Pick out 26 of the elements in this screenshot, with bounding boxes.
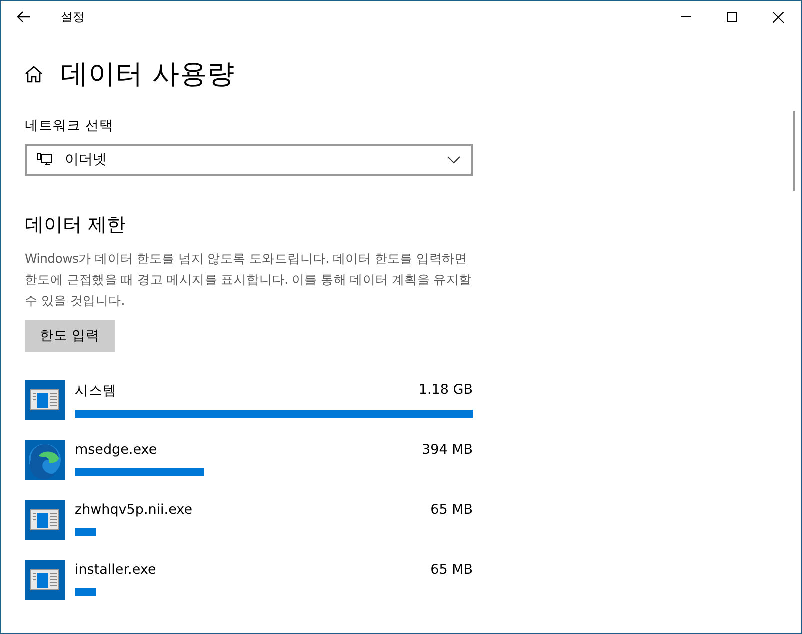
- usage-amount: 394 MB: [422, 442, 473, 458]
- app-name: msedge.exe: [75, 442, 158, 458]
- close-icon: [772, 12, 784, 22]
- network-label: 네트워크 선택: [25, 117, 114, 135]
- back-arrow-icon: [17, 11, 31, 23]
- app-name: 시스템: [75, 382, 117, 400]
- app-window-icon: [25, 380, 65, 420]
- usage-amount: 65 MB: [430, 562, 473, 578]
- maximize-icon: [727, 12, 737, 22]
- description-text: Windows가 데이터 한도를 넘지 않도록 도와드립니다. 데이터 한도를 입력하면 한도에 근접했을 때 경고 메시지를 표시합니다. 이를 통해 데이터 계획을 유지할 수 있을 것입니다.: [25, 250, 473, 310]
- scrollbar[interactable]: [793, 111, 795, 191]
- edge-logo-icon: [25, 440, 65, 480]
- page-title: 데이터 사용량: [61, 58, 236, 92]
- monitor-icon: [37, 153, 53, 167]
- app-window-icon: [25, 560, 65, 600]
- section-heading: 데이터 제한: [25, 213, 128, 238]
- app-name: zhwhqv5p.nii.exe: [75, 502, 193, 518]
- window-title: 설정: [61, 8, 86, 26]
- network-dropdown[interactable]: 이더넷: [25, 144, 473, 176]
- chevron-down-icon: [447, 156, 461, 164]
- enter-limit-button[interactable]: 한도 입력: [25, 320, 115, 352]
- app-name: installer.exe: [75, 562, 156, 578]
- home-icon[interactable]: [25, 66, 43, 82]
- usage-amount: 65 MB: [430, 502, 473, 518]
- app-window-icon: [25, 500, 65, 540]
- usage-amount: 1.18 GB: [418, 382, 473, 400]
